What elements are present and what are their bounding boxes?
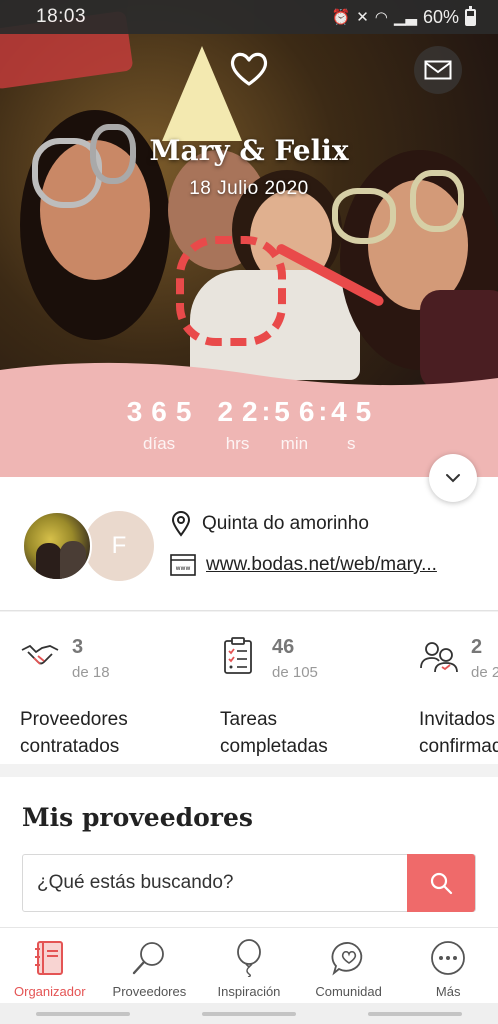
system-navigation-bar xyxy=(0,1003,498,1024)
nav-label: Organizador xyxy=(14,984,86,999)
battery-percent: 60% xyxy=(422,6,459,27)
more-icon xyxy=(428,938,468,978)
countdown-days: 365 días xyxy=(127,396,192,454)
signal-icon: ▁▃ xyxy=(393,9,417,26)
message-button[interactable] xyxy=(414,46,462,94)
search-input[interactable] xyxy=(23,855,407,911)
wifi-icon: ◠ xyxy=(374,9,388,26)
stat-guests-label-line1: Invitados xyxy=(419,709,496,730)
location-text: Quinta do amorinho xyxy=(202,513,369,534)
status-bar: 18:03 ⏰ ✕ ◠ ▁▃ 60% xyxy=(0,0,498,34)
system-home-gesture[interactable] xyxy=(202,1011,296,1016)
stat-guests-label-line2: confirmados xyxy=(419,736,498,757)
location-row[interactable]: Quinta do amorinho xyxy=(170,511,369,537)
couple-name: Mary & Felix xyxy=(149,134,349,167)
countdown-minutes-label: min xyxy=(280,434,309,453)
status-time: 18:03 xyxy=(36,6,87,27)
nav-organizador[interactable]: Organizador xyxy=(0,928,100,1003)
countdown-seconds-value: 45 xyxy=(331,396,381,427)
countdown-days-label: días xyxy=(143,434,176,453)
stat-providers-label-line1: Proveedores xyxy=(20,709,128,730)
nav-comunidad[interactable]: Comunidad xyxy=(299,928,399,1003)
countdown-seconds: 45 s xyxy=(331,396,371,454)
nav-mas[interactable]: Más xyxy=(398,928,498,1003)
wedding-info-card: F Quinta do amorinho www www.bodas.net/w… xyxy=(0,477,498,611)
stat-tasks-label-line2: completadas xyxy=(220,736,328,757)
svg-text:www: www xyxy=(176,565,191,572)
section-title: Mis proveedores xyxy=(22,803,253,832)
search-icon xyxy=(430,872,453,895)
battery-icon xyxy=(465,5,476,26)
stat-guests-total: de 2 xyxy=(471,664,498,681)
stat-providers-label-line2: contratados xyxy=(20,736,120,757)
my-providers-section: Mis proveedores xyxy=(0,777,498,927)
couple-avatar[interactable] xyxy=(22,511,92,581)
guests-icon xyxy=(419,636,459,676)
stat-providers-total: de 18 xyxy=(72,664,110,681)
clipboard-icon xyxy=(220,636,260,676)
envelope-icon xyxy=(424,60,452,80)
chat-heart-icon xyxy=(329,938,369,978)
nav-label: Inspiración xyxy=(217,984,281,999)
countdown-timer: 365 días 22 hrs : 56 min : 45 s xyxy=(0,396,498,454)
partner-avatar[interactable]: F xyxy=(84,511,154,581)
search-button[interactable] xyxy=(407,854,475,912)
expand-button[interactable] xyxy=(429,454,477,502)
balloon-icon xyxy=(229,938,269,978)
countdown-seconds-label: s xyxy=(346,434,356,453)
notebook-icon xyxy=(30,938,70,978)
countdown-hours-label: hrs xyxy=(225,434,250,453)
stats-row: 3 de 18 Proveedores contratados 46 de 10… xyxy=(0,612,498,764)
nav-label: Proveedores xyxy=(112,984,187,999)
stat-tasks-total: de 105 xyxy=(272,664,318,681)
countdown-days-value: 365 xyxy=(126,396,201,427)
stat-tasks-label: Tareas completadas xyxy=(220,706,328,760)
stat-guests-label: Invitados confirmados xyxy=(419,706,498,760)
stat-tasks-label-line1: Tareas xyxy=(220,709,278,730)
chevron-down-icon xyxy=(446,474,460,483)
search-box xyxy=(22,854,476,912)
stat-guests-count: 2 xyxy=(471,636,483,658)
countdown-minutes: 56 min xyxy=(274,396,314,454)
countdown-hours: 22 hrs xyxy=(217,396,257,454)
website-icon: www xyxy=(170,554,196,576)
countdown-hours-value: 22 xyxy=(217,396,267,427)
stat-tasks-count: 46 xyxy=(272,636,295,658)
website-row[interactable]: www www.bodas.net/web/mary... xyxy=(170,554,476,576)
bottom-navigation: Organizador Proveedores Inspiración Comu… xyxy=(0,927,498,1003)
countdown-separator: : xyxy=(261,396,271,426)
nav-label: Más xyxy=(435,984,461,999)
wedding-date: 18 Julio 2020 xyxy=(189,178,309,199)
system-recents-gesture[interactable] xyxy=(368,1011,462,1016)
stat-providers-label: Proveedores contratados xyxy=(20,706,128,760)
nav-label: Comunidad xyxy=(315,984,382,999)
location-pin-icon xyxy=(171,511,191,537)
nav-proveedores[interactable]: Proveedores xyxy=(100,928,200,1003)
status-indicators: ⏰ ✕ ◠ ▁▃ 60% xyxy=(331,5,476,28)
stat-providers-count: 3 xyxy=(72,636,84,658)
nav-inspiracion[interactable]: Inspiración xyxy=(199,928,299,1003)
heart-icon xyxy=(229,50,269,88)
magnifier-icon xyxy=(129,938,169,978)
countdown-minutes-value: 56 xyxy=(274,396,324,427)
countdown-separator: : xyxy=(318,396,328,426)
system-back-gesture[interactable] xyxy=(36,1011,130,1016)
mute-icon: ✕ xyxy=(356,9,369,26)
handshake-icon xyxy=(20,636,60,676)
website-link[interactable]: www.bodas.net/web/mary... xyxy=(206,554,476,576)
alarm-icon: ⏰ xyxy=(331,9,351,26)
